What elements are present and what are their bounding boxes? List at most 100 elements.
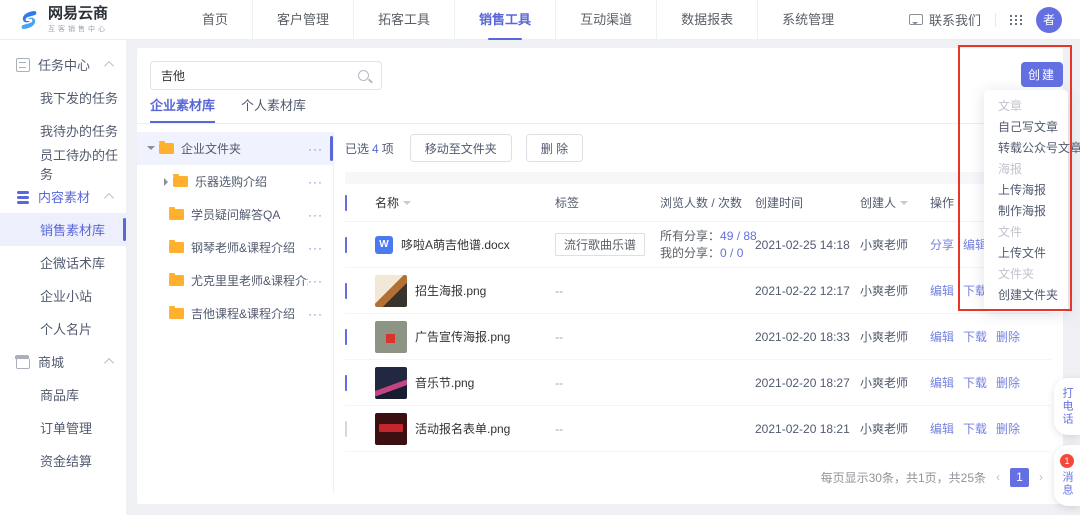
contact-us-link[interactable]: 联系我们: [929, 10, 981, 29]
created-time: 2021-02-22 12:17: [755, 283, 850, 298]
sidebar: 任务中心 我下发的任务 我待办的任务 员工待办的任务 内容素材 销售素材库 企微…: [0, 40, 126, 515]
tree-node-ukulele[interactable]: 尤克里里老师&课程介绍 ···: [137, 264, 333, 297]
sidebar-item-tasks-issued[interactable]: 我下发的任务: [0, 81, 126, 114]
sidebar-item-company-site[interactable]: 企业小站: [0, 279, 126, 312]
tree-node-guitar[interactable]: 吉他课程&课程介绍 ···: [137, 297, 333, 330]
share-link[interactable]: 分享: [930, 236, 954, 253]
sidebar-item-sales-material[interactable]: 销售素材库: [0, 213, 126, 246]
tab-personal-library[interactable]: 个人素材库: [241, 95, 306, 123]
logo-subtitle: 互客销售中心: [48, 25, 108, 33]
tag-empty: --: [555, 375, 563, 390]
search-icon[interactable]: [358, 70, 369, 81]
caret-right-icon[interactable]: [164, 177, 172, 186]
more-actions-icon[interactable]: ···: [308, 274, 323, 288]
avatar[interactable]: 者: [1036, 6, 1062, 33]
menu-item-write-article[interactable]: 自己写文章: [984, 117, 1068, 138]
menu-item-upload-file[interactable]: 上传文件: [984, 243, 1068, 264]
creator: 小爽老师: [860, 422, 909, 436]
create-button[interactable]: 创建: [1021, 62, 1063, 87]
message-widget[interactable]: 1 消息: [1054, 445, 1080, 506]
row-checkbox[interactable]: [345, 420, 347, 437]
selected-count: 已选 4 项: [345, 141, 394, 156]
download-link[interactable]: 下载: [963, 420, 987, 437]
download-link[interactable]: 下载: [963, 328, 987, 345]
tree-node-piano[interactable]: 钢琴老师&课程介绍 ···: [137, 231, 333, 264]
nav-item-home[interactable]: 首页: [178, 0, 252, 40]
created-time: 2021-02-20 18:27: [755, 375, 850, 390]
apps-grid-icon[interactable]: [1010, 14, 1022, 25]
file-name: 哆啦A萌吉他谱.docx: [401, 238, 510, 252]
more-actions-icon[interactable]: ···: [308, 208, 323, 222]
word-doc-icon: W: [375, 235, 393, 254]
tree-node-root[interactable]: 企业文件夹 ···: [137, 132, 333, 165]
file-thumbnail: [375, 366, 407, 399]
page-number[interactable]: 1: [1010, 467, 1029, 487]
row-checkbox[interactable]: [345, 282, 347, 299]
nav-item-customers[interactable]: 客户管理: [252, 0, 353, 40]
tree-node-instruments[interactable]: 乐器选购介绍 ···: [137, 165, 333, 198]
col-views: 浏览人数 / 次数: [660, 196, 743, 210]
row-checkbox[interactable]: [345, 328, 347, 345]
menu-item-upload-poster[interactable]: 上传海报: [984, 180, 1068, 201]
file-name: 招生海报.png: [415, 284, 487, 298]
move-to-folder-button[interactable]: 移动至文件夹: [409, 134, 512, 162]
more-actions-icon[interactable]: ···: [308, 241, 323, 255]
caret-down-icon[interactable]: [147, 146, 155, 154]
edit-link[interactable]: 编辑: [930, 282, 954, 299]
edit-link[interactable]: 编辑: [930, 374, 954, 391]
delete-button[interactable]: 删 除: [525, 134, 584, 162]
nav-item-reports[interactable]: 数据报表: [656, 0, 757, 40]
sidebar-item-tasks-staff[interactable]: 员工待办的任务: [0, 147, 126, 182]
row-checkbox[interactable]: [345, 374, 347, 391]
nav-item-system[interactable]: 系统管理: [757, 0, 858, 40]
row-checkbox[interactable]: [345, 236, 347, 253]
tab-enterprise-library[interactable]: 企业素材库: [150, 95, 216, 123]
more-actions-icon[interactable]: ···: [308, 175, 323, 189]
filter-icon[interactable]: [900, 200, 909, 209]
next-page-icon[interactable]: ›: [1039, 470, 1043, 484]
delete-link[interactable]: 删除: [996, 374, 1020, 391]
delete-link[interactable]: 删除: [996, 420, 1020, 437]
sidebar-section-mall[interactable]: 商城: [0, 345, 126, 378]
edit-link[interactable]: 编辑: [930, 420, 954, 437]
nav-item-acquisition[interactable]: 拓客工具: [353, 0, 454, 40]
sidebar-item-business-card[interactable]: 个人名片: [0, 312, 126, 345]
sidebar-item-orders[interactable]: 订单管理: [0, 411, 126, 444]
nav-menu: 首页 客户管理 拓客工具 销售工具 互动渠道 数据报表 系统管理: [178, 0, 858, 40]
filter-icon[interactable]: [403, 200, 412, 209]
menu-item-repost-article[interactable]: 转载公众号文章: [984, 138, 1080, 159]
search-box: [150, 61, 382, 90]
download-link[interactable]: 下载: [963, 374, 987, 391]
sidebar-item-wecom-scripts[interactable]: 企微话术库: [0, 246, 126, 279]
logo: 网易云商 互客销售中心: [18, 5, 168, 34]
prev-page-icon[interactable]: ‹: [996, 470, 1000, 484]
table-row: 活动报名表单.png -- 2021-02-20 18:21 小爽老师 编辑 下…: [345, 406, 1051, 452]
col-name: 名称: [375, 196, 400, 210]
table-row: 招生海报.png -- 2021-02-22 12:17 小爽老师 编辑 下载 …: [345, 268, 1051, 314]
side-floaters: 打电话 1 消息: [1054, 378, 1080, 506]
sidebar-item-tasks-todo[interactable]: 我待办的任务: [0, 114, 126, 147]
mall-icon: [15, 354, 30, 369]
nav-item-channels[interactable]: 互动渠道: [555, 0, 656, 40]
select-all-checkbox[interactable]: [345, 194, 347, 211]
more-actions-icon[interactable]: ···: [308, 142, 323, 156]
tag-empty: --: [555, 283, 563, 298]
menu-item-create-folder[interactable]: 创建文件夹: [984, 285, 1068, 306]
create-dropdown-menu: 文章 自己写文章 转载公众号文章 海报 上传海报 制作海报 文件 上传文件 文件…: [984, 90, 1080, 312]
chevron-up-icon: [104, 60, 115, 71]
sidebar-section-task-center[interactable]: 任务中心: [0, 48, 126, 81]
sidebar-section-content-material[interactable]: 内容素材: [0, 180, 126, 213]
tag-empty: --: [555, 421, 563, 436]
call-widget[interactable]: 打电话: [1054, 378, 1080, 435]
nav-item-sales-tools[interactable]: 销售工具: [454, 0, 555, 40]
tree-node-qa[interactable]: 学员疑问解答QA ···: [137, 198, 333, 231]
edit-link[interactable]: 编辑: [930, 328, 954, 345]
sidebar-item-settlement[interactable]: 资金结算: [0, 444, 126, 477]
folder-icon: [169, 240, 184, 253]
menu-item-make-poster[interactable]: 制作海报: [984, 201, 1068, 222]
search-input[interactable]: [151, 68, 358, 83]
sidebar-item-products[interactable]: 商品库: [0, 378, 126, 411]
content-material-icon: [16, 190, 30, 204]
delete-link[interactable]: 删除: [996, 328, 1020, 345]
more-actions-icon[interactable]: ···: [308, 307, 323, 321]
